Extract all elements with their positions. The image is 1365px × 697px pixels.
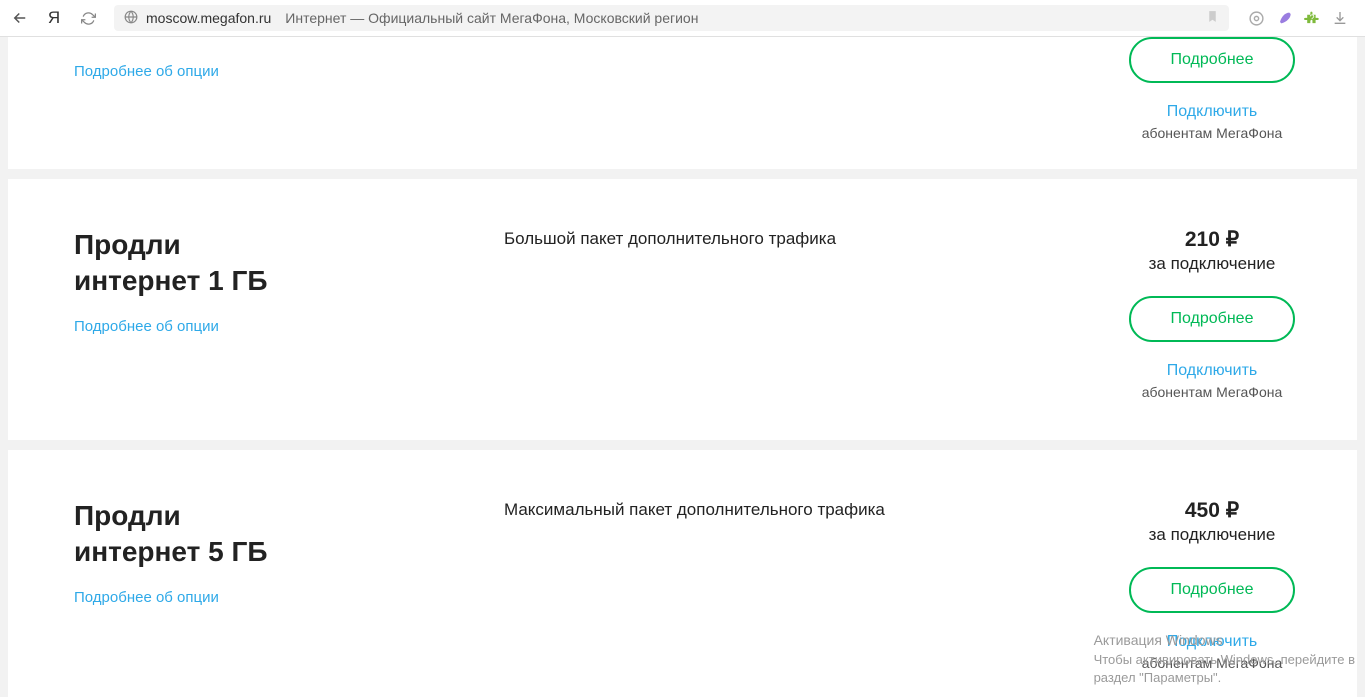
watermark-title: Активация Windows <box>1094 631 1355 651</box>
option-more-link[interactable]: Подробнее об опции <box>74 63 504 80</box>
option-description: Большой пакет дополнительного трафика <box>504 227 1047 252</box>
extension-clock-icon[interactable] <box>1247 9 1265 27</box>
details-button[interactable]: Подробнее <box>1129 567 1296 613</box>
option-price: 210 ₽ <box>1087 227 1337 252</box>
browser-toolbar: Я moscow.megafon.ru Интернет — Официальн… <box>0 0 1365 37</box>
option-card-partial: Подробнее об опции Подробнее Подключить … <box>8 37 1357 169</box>
extension-icons: ? <box>1239 9 1357 27</box>
option-title-line1: Продли <box>74 500 181 531</box>
back-button[interactable] <box>8 6 32 30</box>
option-card-1gb: Продли интернет 1 ГБ Подробнее об опции … <box>8 179 1357 440</box>
details-button[interactable]: Подробнее <box>1129 296 1296 342</box>
extension-feather-icon[interactable] <box>1275 9 1293 27</box>
option-price-sub: за подключение <box>1087 525 1337 545</box>
option-title: Продли интернет 1 ГБ <box>74 227 504 300</box>
option-more-link[interactable]: Подробнее об опции <box>74 589 504 606</box>
option-title-line1: Продли <box>74 229 181 260</box>
details-button[interactable]: Подробнее <box>1129 37 1296 83</box>
option-price-sub: за подключение <box>1087 254 1337 274</box>
option-title-line2: интернет 5 ГБ <box>74 536 267 567</box>
option-more-link[interactable]: Подробнее об опции <box>74 318 504 335</box>
option-description: Максимальный пакет дополнительного трафи… <box>504 498 1047 523</box>
address-bar[interactable]: moscow.megafon.ru Интернет — Официальный… <box>114 5 1229 31</box>
yandex-logo[interactable]: Я <box>42 6 66 30</box>
reload-button[interactable] <box>76 6 100 30</box>
globe-icon <box>124 10 138 27</box>
connect-link[interactable]: Подключить <box>1087 103 1337 121</box>
page-content: Подробнее об опции Подробнее Подключить … <box>0 37 1365 697</box>
connect-link[interactable]: Подключить <box>1087 362 1337 380</box>
option-title-line2: интернет 1 ГБ <box>74 265 267 296</box>
address-host: moscow.megafon.ru <box>146 10 271 26</box>
option-title: Продли интернет 5 ГБ <box>74 498 504 571</box>
address-title: Интернет — Официальный сайт МегаФона, Мо… <box>285 10 698 26</box>
connect-note: абонентам МегаФона <box>1087 125 1337 141</box>
connect-note: абонентам МегаФона <box>1087 384 1337 400</box>
download-icon[interactable] <box>1331 9 1349 27</box>
windows-activation-watermark: Активация Windows Чтобы активировать Win… <box>1094 631 1355 687</box>
bookmark-icon[interactable] <box>1206 9 1219 27</box>
extension-help-icon[interactable]: ? <box>1303 9 1321 27</box>
watermark-line2: раздел "Параметры". <box>1094 669 1355 687</box>
watermark-line1: Чтобы активировать Windows, перейдите в <box>1094 651 1355 669</box>
option-price: 450 ₽ <box>1087 498 1337 523</box>
